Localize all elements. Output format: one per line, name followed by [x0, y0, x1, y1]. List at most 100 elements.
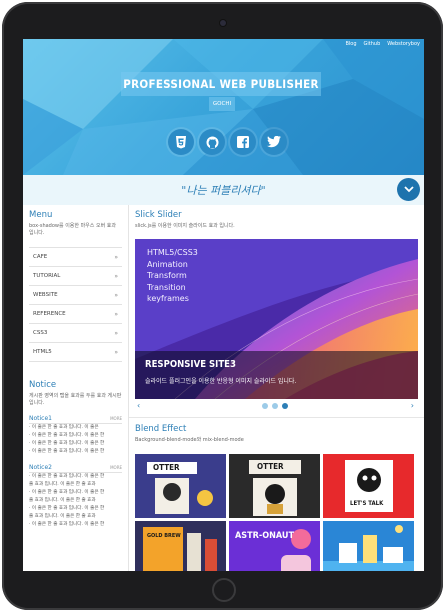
menu-item-cafe[interactable]: CAFE » — [29, 248, 122, 267]
notice-title: Notice — [29, 380, 57, 390]
sidebar: Menu box-shadow를 이용한 마우스 오버 효과 입니다. CAFE… — [23, 205, 129, 571]
slide-word: Transition — [147, 282, 186, 292]
top-link-blog[interactable]: Blog — [345, 41, 356, 47]
notice-line[interactable]: 줄 효과 입니다. 이 줄은 한 줄 효과 — [29, 513, 122, 521]
notice-board-1: Notice1 MORE · 이 줄은 한 줄 효과 입니다. 이 줄은 · 이… — [29, 415, 122, 456]
slider-dot-1[interactable] — [262, 403, 268, 409]
notice-line[interactable]: 줄 효과 입니다. 이 줄은 한 줄 효과 — [29, 481, 122, 489]
blend-title: Blend Effect — [135, 424, 187, 434]
tablet-frame: Blog Github Webstoryboy PROFESSIONAL WEB… — [2, 2, 443, 610]
home-button[interactable] — [212, 578, 236, 602]
menu-item-reference[interactable]: REFERENCE » — [29, 305, 122, 324]
slide-word: Animation — [147, 259, 188, 269]
menu-item-label: CAFE — [33, 254, 48, 260]
slide-caption: RESPONSIVE SITE3 슬라이드 플러그인을 이용한 반응형 이미지 … — [135, 351, 418, 399]
slick-description: slick.js를 이용한 이미지 슬라이드 효과 입니다. — [135, 223, 235, 229]
double-chevron-right-icon: » — [114, 348, 118, 356]
notice-line[interactable]: · 이 줄은 한 줄 효과 입니다. 이 줄은 한 — [29, 489, 122, 497]
menu-item-label: TUTORIAL — [33, 273, 61, 279]
next-arrow-icon[interactable]: › — [411, 401, 414, 410]
slider-dots — [262, 403, 288, 409]
screen: Blog Github Webstoryboy PROFESSIONAL WEB… — [23, 39, 424, 571]
lets-talk-poster-image — [323, 454, 414, 518]
scroll-down-button[interactable] — [397, 178, 420, 201]
double-chevron-right-icon: » — [114, 329, 118, 337]
slick-title: Slick Slider — [135, 210, 182, 220]
notice-board-header: Notice1 MORE — [29, 415, 122, 424]
tile-label: GOLD BREW — [147, 533, 181, 539]
notice-line[interactable]: · 이 줄은 한 줄 효과 입니다. 이 줄은 한 — [29, 473, 122, 481]
more-link[interactable]: MORE — [110, 465, 122, 470]
double-chevron-right-icon: » — [114, 310, 118, 318]
blend-tile-city[interactable] — [323, 521, 414, 571]
slide-word: keyframes — [147, 294, 189, 303]
top-links: Blog Github Webstoryboy — [345, 41, 420, 47]
image-slider[interactable]: HTML5/CSS3 Animation Transform Transitio… — [135, 239, 418, 399]
chevron-down-icon — [403, 186, 414, 193]
menu-item-html5[interactable]: HTML5 » — [29, 343, 122, 362]
site-subtitle-text: GOCHI — [212, 101, 232, 107]
menu-item-label: CSS3 — [33, 330, 48, 336]
slide-caption-title: RESPONSIVE SITE3 — [145, 359, 236, 370]
notice-board-title[interactable]: Notice2 — [29, 464, 52, 471]
site-header: Blog Github Webstoryboy PROFESSIONAL WEB… — [23, 39, 424, 175]
notice-section: Notice 게시판 영역의 탭을 효과를 두를 효과 게시판 입니다. Not… — [29, 380, 122, 529]
content-area: Menu box-shadow를 이용한 마우스 오버 효과 입니다. CAFE… — [23, 205, 424, 571]
top-link-github[interactable]: Github — [364, 41, 381, 47]
menu-description: box-shadow를 이용한 마우스 오버 효과 입니다. — [29, 223, 116, 236]
menu-item-css3[interactable]: CSS3 » — [29, 324, 122, 343]
city-illustration-image — [323, 521, 414, 571]
slogan-band: "나는 퍼블리셔다" — [23, 175, 424, 205]
double-chevron-right-icon: » — [114, 291, 118, 299]
menu-item-label: WEBSITE — [33, 292, 58, 298]
slide-word: Transform — [147, 271, 187, 280]
notice-line[interactable]: · 이 줄은 한 줄 효과 입니다. 이 줄은 한 — [29, 440, 122, 448]
tile-label: OTTER — [257, 462, 284, 471]
notice-line[interactable]: · 이 줄은 한 줄 효과 입니다. 이 줄은 — [29, 424, 122, 432]
menu-item-label: HTML5 — [33, 349, 52, 355]
github-icon[interactable] — [199, 129, 225, 155]
blend-tile-otter-2[interactable]: OTTER — [229, 454, 320, 518]
menu-item-tutorial[interactable]: TUTORIAL » — [29, 267, 122, 286]
menu-item-website[interactable]: WEBSITE » — [29, 286, 122, 305]
notice-line[interactable]: · 이 줄은 한 줄 효과 입니다. 이 줄은 한 — [29, 448, 122, 456]
twitter-icon[interactable] — [261, 129, 287, 155]
blend-description: Background-blend-mode와 mix-blend-mode — [135, 437, 244, 443]
blend-tile-otter-1[interactable]: OTTER — [135, 454, 226, 518]
notice-line[interactable]: 줄 효과 입니다. 이 줄은 한 줄 효과 — [29, 497, 122, 505]
prev-arrow-icon[interactable]: ‹ — [137, 401, 140, 410]
slide-caption-text: 슬라이드 플러그인을 이용한 반응형 이미지 슬라이드 입니다. — [145, 378, 297, 385]
astronaut-poster-image — [229, 521, 320, 571]
notice-line[interactable]: · 이 줄은 한 줄 효과 입니다. 이 줄은 한 — [29, 505, 122, 513]
site-title: PROFESSIONAL WEB PUBLISHER — [121, 72, 321, 96]
site-title-text: PROFESSIONAL WEB PUBLISHER — [123, 77, 319, 91]
tile-label: OTTER — [153, 463, 180, 472]
slide-word: HTML5/CSS3 — [147, 248, 198, 257]
slide-word-list: HTML5/CSS3 Animation Transform Transitio… — [147, 247, 198, 305]
facebook-icon[interactable] — [230, 129, 256, 155]
blend-tile-gold-brew[interactable]: GOLD BREW — [135, 521, 226, 571]
double-chevron-right-icon: » — [114, 272, 118, 280]
more-link[interactable]: MORE — [110, 416, 122, 421]
notice-line[interactable]: · 이 줄은 한 줄 효과 입니다. 이 줄은 한 — [29, 521, 122, 529]
menu-item-label: REFERENCE — [33, 311, 66, 317]
html5-icon[interactable] — [168, 129, 194, 155]
blend-effect-section: Blend Effect Background-blend-mode와 mix-… — [129, 417, 424, 571]
slogan-text: "나는 퍼블리셔다" — [181, 184, 266, 197]
blend-tile-astronaut[interactable]: ASTR-ONAUT — [229, 521, 320, 571]
slider-dot-2[interactable] — [272, 403, 278, 409]
camera-dot — [220, 20, 226, 26]
social-links — [168, 129, 287, 155]
slider-navigation: ‹ › — [135, 399, 418, 413]
top-link-webstoryboy[interactable]: Webstoryboy — [387, 41, 420, 47]
blend-tile-lets-talk[interactable]: LET'S TALK — [323, 454, 414, 518]
notice-board-2: Notice2 MORE · 이 줄은 한 줄 효과 입니다. 이 줄은 한 줄… — [29, 464, 122, 529]
menu-title: Menu — [29, 210, 53, 220]
tile-label: ASTR-ONAUT — [235, 531, 294, 541]
slider-dot-3[interactable] — [282, 403, 288, 409]
notice-board-title[interactable]: Notice1 — [29, 415, 52, 422]
notice-board-header: Notice2 MORE — [29, 464, 122, 473]
notice-description: 게시판 영역의 탭을 효과를 두를 효과 게시판 입니다. — [29, 393, 122, 406]
notice-line[interactable]: · 이 줄은 한 줄 효과 입니다. 이 줄은 한 — [29, 432, 122, 440]
main-content: Slick Slider slick.js를 이용한 이미지 슬라이드 효과 입… — [129, 205, 424, 571]
